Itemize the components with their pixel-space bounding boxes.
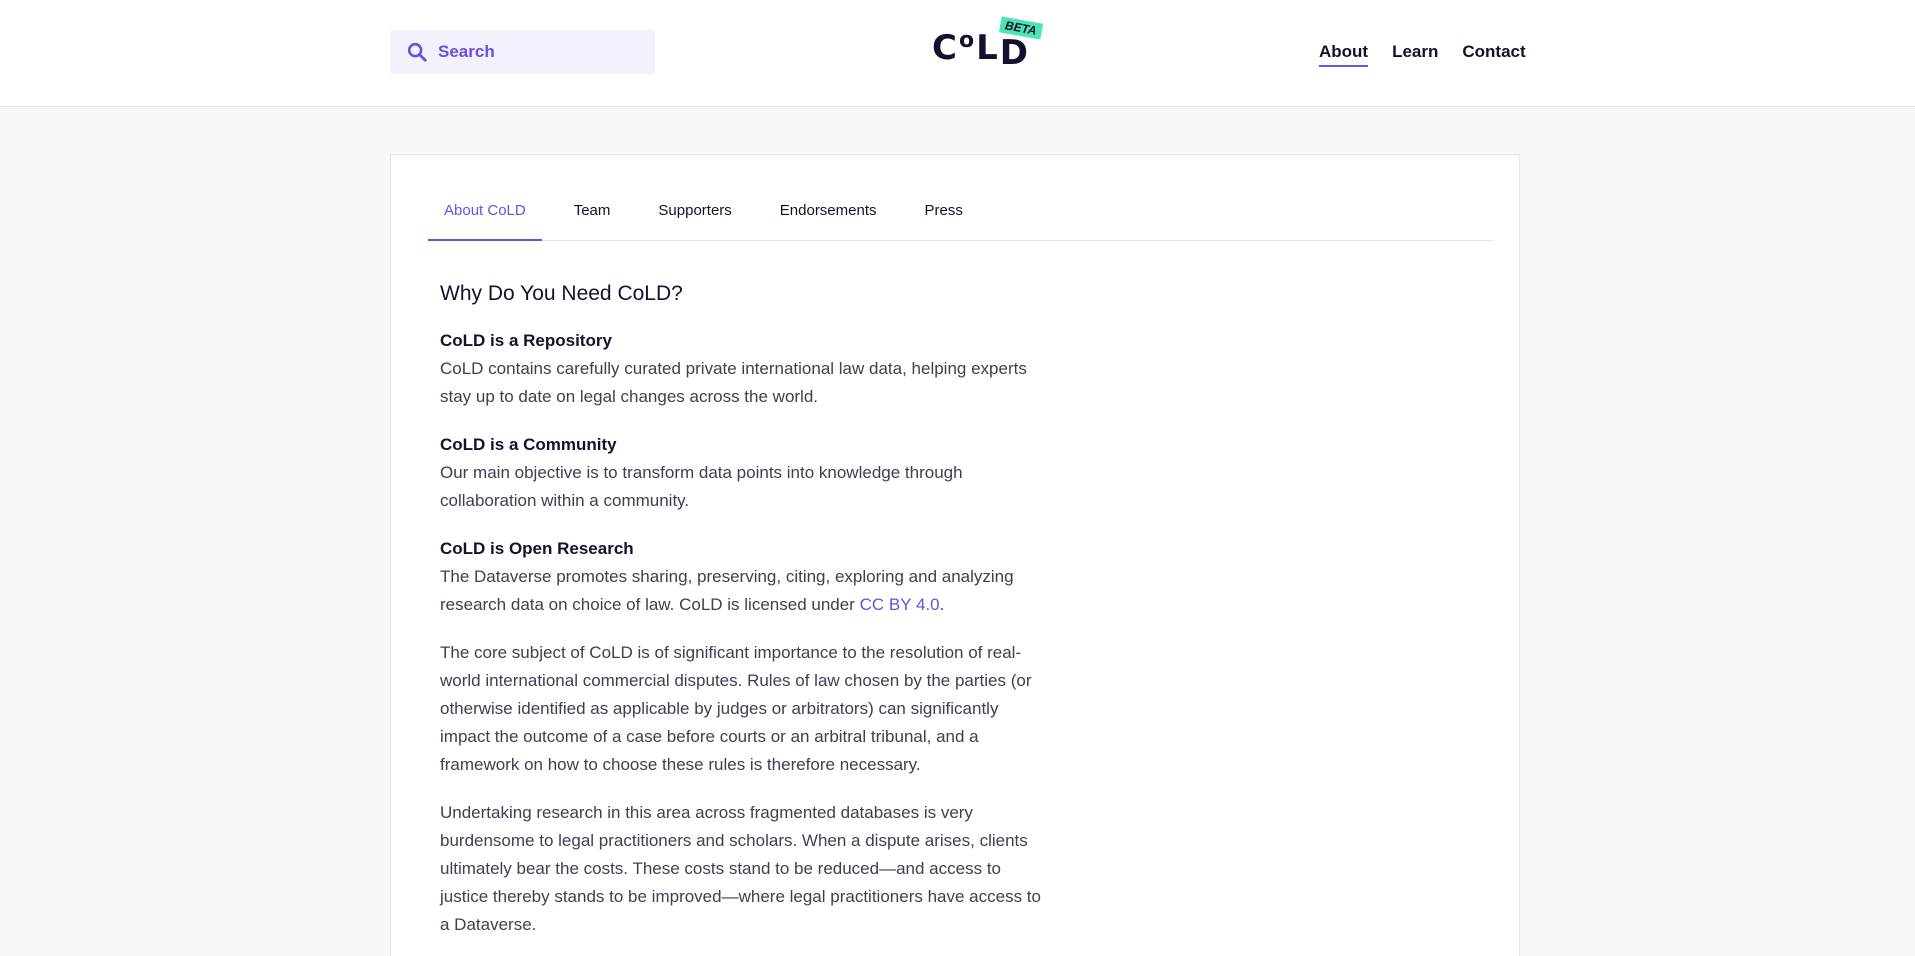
main-nav: About Learn Contact bbox=[1319, 42, 1526, 67]
tab-about-cold[interactable]: About CoLD bbox=[428, 191, 542, 241]
logo-letter-l: L bbox=[976, 28, 1000, 68]
section-community: CoLD is a Community Our main objective i… bbox=[440, 431, 1050, 515]
about-content: Why Do You Need CoLD? CoLD is a Reposito… bbox=[440, 279, 1050, 956]
logo-letter-c: C bbox=[932, 28, 959, 68]
about-card: About CoLD Team Supporters Endorsements … bbox=[390, 154, 1520, 956]
paragraph-core-subject: The core subject of CoLD is of significa… bbox=[440, 643, 1032, 774]
tab-supporters[interactable]: Supporters bbox=[642, 191, 747, 241]
tab-team[interactable]: Team bbox=[558, 191, 627, 241]
logo-letter-o: o bbox=[958, 28, 977, 53]
section-heading: CoLD is Open Research bbox=[440, 539, 634, 558]
tab-press[interactable]: Press bbox=[909, 191, 979, 241]
license-link[interactable]: CC BY 4.0 bbox=[860, 595, 940, 614]
search-box[interactable] bbox=[390, 30, 655, 74]
search-icon bbox=[407, 42, 427, 62]
nav-contact[interactable]: Contact bbox=[1462, 42, 1525, 67]
nav-about[interactable]: About bbox=[1319, 42, 1369, 67]
section-repository: CoLD is a Repository CoLD contains caref… bbox=[440, 327, 1050, 411]
section-body: The Dataverse promotes sharing, preservi… bbox=[440, 563, 1050, 619]
section-body-end: . bbox=[939, 595, 945, 614]
section-heading: CoLD is a Repository bbox=[440, 331, 612, 350]
paragraph-research-burden: Undertaking research in this area across… bbox=[440, 803, 1041, 934]
site-header: CoLD BETA About Learn Contact bbox=[0, 0, 1915, 107]
tab-endorsements[interactable]: Endorsements bbox=[764, 191, 893, 241]
logo-letter-d: D bbox=[999, 33, 1030, 73]
section-body: Our main objective is to transform data … bbox=[440, 463, 963, 510]
about-tabs: About CoLD Team Supporters Endorsements … bbox=[428, 191, 1494, 241]
nav-learn[interactable]: Learn bbox=[1392, 42, 1438, 67]
section-open-research: CoLD is Open Research The Dataverse prom… bbox=[440, 535, 1050, 619]
section-heading: CoLD is a Community bbox=[440, 435, 617, 454]
section-body: CoLD contains carefully curated private … bbox=[440, 359, 1027, 406]
cold-logo[interactable]: CoLD BETA bbox=[932, 16, 1043, 75]
page-title: Why Do You Need CoLD? bbox=[440, 282, 683, 305]
search-input[interactable] bbox=[438, 42, 638, 62]
